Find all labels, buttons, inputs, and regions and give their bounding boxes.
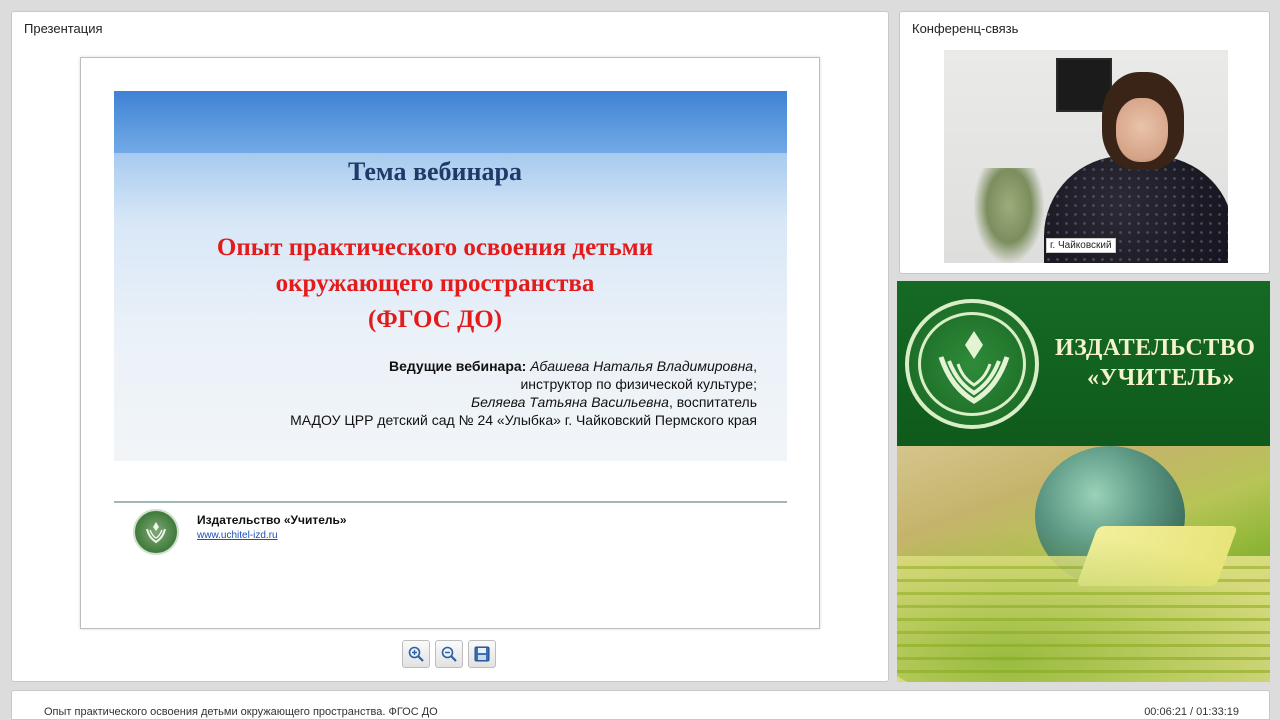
slide-banner: Тема вебинара Опыт практического освоени… [114, 91, 787, 461]
zoom-in-icon [408, 646, 424, 662]
video-location-caption: г. Чайковский [1046, 238, 1116, 253]
slide-divider [114, 501, 787, 503]
host2-name: Беляева Татьяна Васильевна [471, 394, 669, 410]
video-plant [974, 168, 1044, 263]
publisher-emblem-icon [905, 299, 1039, 429]
slide-topic-line1: Опыт практического освоения детьми [216, 234, 654, 261]
promo-publisher-name-line2: «УЧИТЕЛЬ» [1087, 365, 1235, 391]
zoom-out-icon [441, 646, 457, 662]
presentation-panel-title: Презентация [24, 21, 103, 36]
promo-books-image [897, 446, 1270, 682]
slide-publisher-name: Издательство «Учитель» [197, 513, 347, 527]
promo-top-section: ИЗДАТЕЛЬСТВО «УЧИТЕЛЬ» [897, 281, 1270, 446]
host2-role: воспитатель [676, 394, 757, 410]
promo-swoosh [897, 506, 1270, 682]
save-button[interactable] [468, 640, 496, 668]
video-speaker-face [1116, 98, 1168, 162]
slide-website-link[interactable]: www.uchitel-izd.ru [197, 530, 278, 541]
slide-hosts: Ведущие вебинара: Абашева Наталья Владим… [290, 358, 757, 428]
publisher-promo-banner: ИЗДАТЕЛЬСТВО «УЧИТЕЛЬ» [897, 281, 1270, 682]
zoom-out-button[interactable] [435, 640, 463, 668]
save-icon [474, 646, 490, 662]
promo-publisher-name-line1: ИЗДАТЕЛЬСТВО [1055, 335, 1256, 361]
conference-panel-title: Конференц-связь [912, 21, 1019, 36]
slide-topic-line3: (ФГОС ДО) [367, 306, 503, 333]
publisher-logo-icon [133, 509, 179, 555]
conference-panel: Конференц-связь г. Чайковский [899, 11, 1270, 274]
institution: МАДОУ ЦРР детский сад № 24 «Улыбка» г. Ч… [290, 412, 757, 428]
playback-time: 00:06:21 / 01:33:19 [1144, 706, 1239, 718]
slide-topic-line2: окружающего пространства [275, 270, 595, 297]
slide-heading: Тема вебинара [348, 157, 522, 186]
slide-topic: Опыт практического освоения детьми окруж… [114, 230, 756, 338]
presentation-slide: Тема вебинара Опыт практического освоени… [80, 57, 820, 629]
host1-role: инструктор по физической культуре; [520, 376, 757, 392]
footer-bar: Опыт практического освоения детьми окруж… [11, 690, 1270, 720]
host1-name: Абашева Наталья Владимировна [530, 358, 754, 374]
hosts-label: Ведущие вебинара: [388, 358, 527, 374]
presentation-panel: Презентация Тема вебинара Опыт практичес… [11, 11, 889, 682]
zoom-in-button[interactable] [402, 640, 430, 668]
video-feed[interactable]: г. Чайковский [944, 50, 1228, 263]
slide-banner-topband [114, 91, 787, 153]
webinar-title: Опыт практического освоения детьми окруж… [44, 706, 438, 718]
